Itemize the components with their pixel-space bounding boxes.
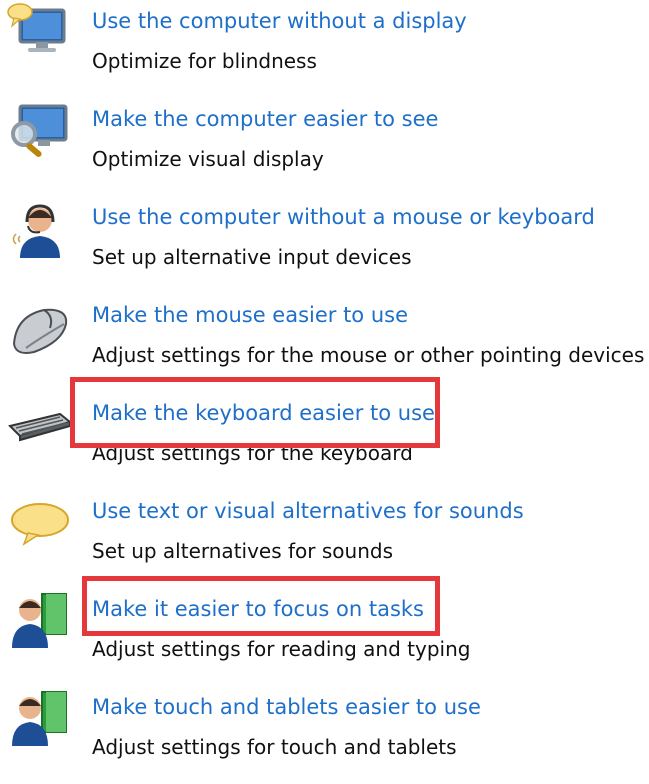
link-sound-alternatives[interactable]: Use text or visual alternatives for soun… (92, 496, 524, 526)
accessibility-item-mouse: Make the mouse easier to use Adjust sett… (0, 294, 649, 392)
desc-mouse-easier: Adjust settings for the mouse or other p… (92, 343, 645, 367)
link-easier-to-see[interactable]: Make the computer easier to see (92, 104, 438, 134)
speech-bubble-icon (6, 490, 72, 556)
link-use-without-display[interactable]: Use the computer without a display (92, 6, 467, 36)
desc-touch-tablets: Adjust settings for touch and tablets (92, 735, 457, 759)
desc-no-mouse-keyboard: Set up alternative input devices (92, 245, 412, 269)
accessibility-item-no-display: Use the computer without a display Optim… (0, 0, 649, 98)
user-book-icon (6, 588, 72, 654)
desc-sound-alternatives: Set up alternatives for sounds (92, 539, 393, 563)
link-mouse-easier[interactable]: Make the mouse easier to use (92, 300, 408, 330)
link-no-mouse-keyboard[interactable]: Use the computer without a mouse or keyb… (92, 202, 595, 232)
link-keyboard-easier[interactable]: Make the keyboard easier to use (92, 398, 435, 428)
user-book-icon (6, 686, 72, 752)
headset-user-icon (6, 196, 72, 262)
desc-focus-tasks: Adjust settings for reading and typing (92, 637, 471, 661)
accessibility-item-focus: Make it easier to focus on tasks Adjust … (0, 588, 649, 686)
mouse-icon (6, 294, 72, 360)
keyboard-icon (6, 392, 73, 458)
desc-keyboard-easier: Adjust settings for the keyboard (92, 441, 413, 465)
desc-easier-to-see: Optimize visual display (92, 147, 324, 171)
monitor-speech-icon (6, 0, 72, 66)
accessibility-item-sounds: Use text or visual alternatives for soun… (0, 490, 649, 588)
link-touch-tablets[interactable]: Make touch and tablets easier to use (92, 692, 481, 722)
accessibility-item-touch: Make touch and tablets easier to use Adj… (0, 686, 649, 784)
accessibility-item-keyboard: Make the keyboard easier to use Adjust s… (0, 392, 649, 490)
link-focus-tasks[interactable]: Make it easier to focus on tasks (92, 594, 424, 624)
monitor-magnifier-icon (6, 98, 72, 164)
desc-use-without-display: Optimize for blindness (92, 49, 317, 73)
accessibility-item-easier-to-see: Make the computer easier to see Optimize… (0, 98, 649, 196)
accessibility-item-no-mouse-keyboard: Use the computer without a mouse or keyb… (0, 196, 649, 294)
